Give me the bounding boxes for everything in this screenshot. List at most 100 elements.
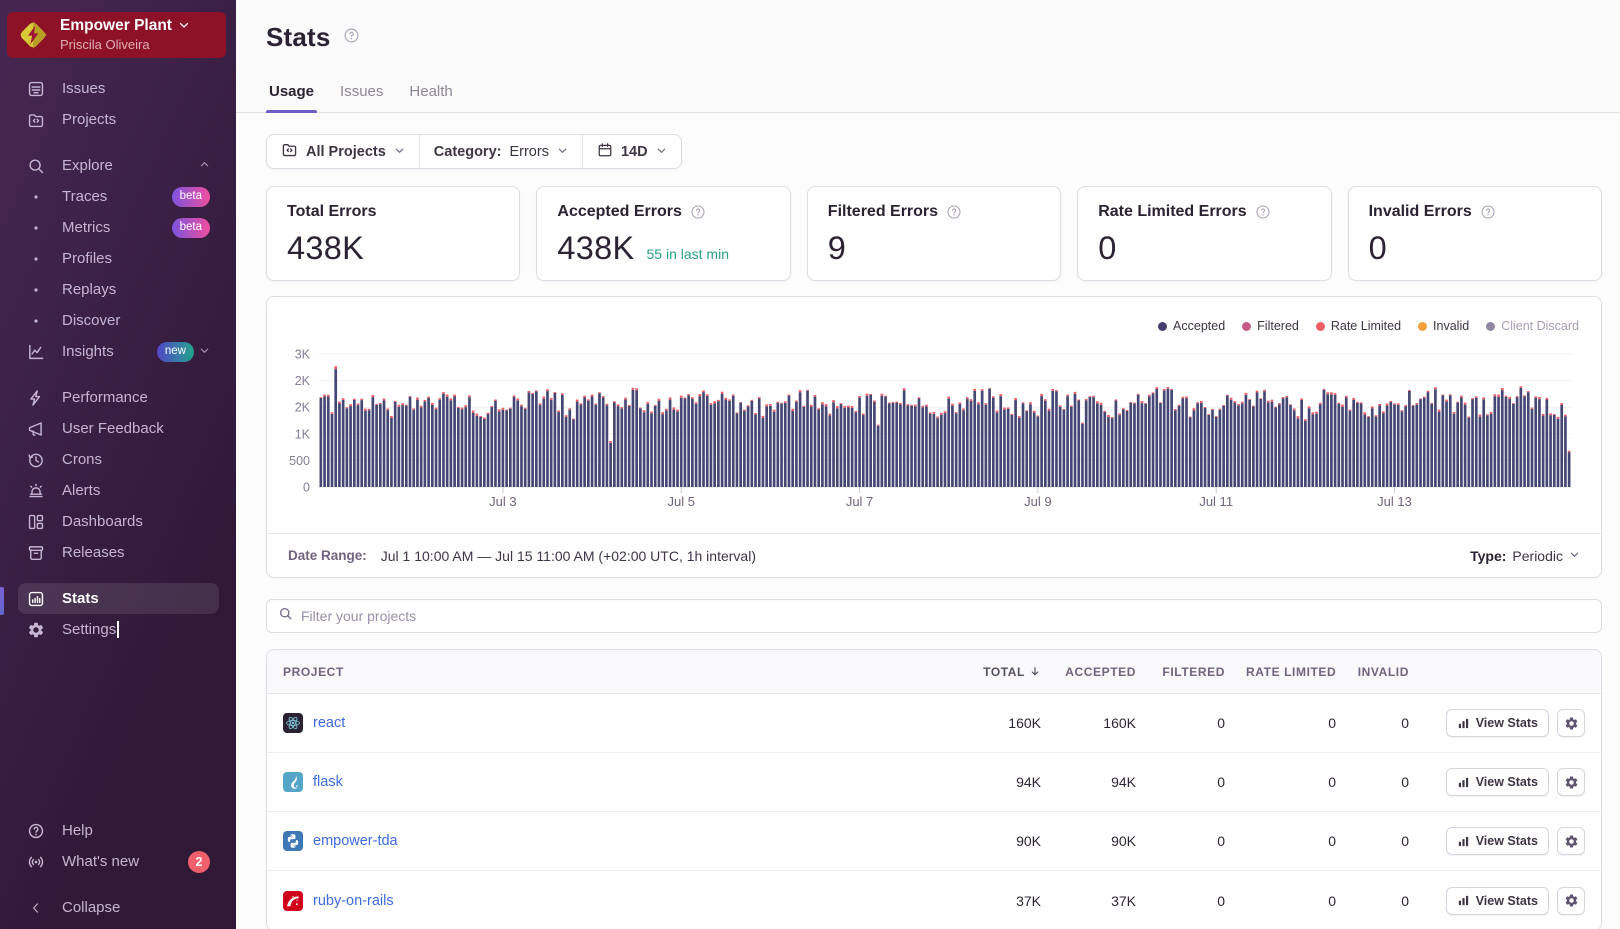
project-settings-button[interactable] (1557, 827, 1585, 855)
broadcast-icon (27, 853, 45, 871)
projects-icon (281, 141, 298, 162)
sidebar-item-stats[interactable]: Stats (18, 583, 219, 614)
tab-issues[interactable]: Issues (337, 83, 386, 112)
project-link[interactable]: react (313, 715, 345, 731)
legend-client-discard[interactable]: Client Discard (1486, 319, 1579, 333)
search-input[interactable] (301, 608, 1590, 624)
sidebar-item-insights[interactable]: Insightsnew (18, 336, 219, 367)
legend-dot-icon (1242, 322, 1251, 331)
sidebar-item-collapse[interactable]: Collapse (18, 892, 219, 923)
help-question-icon[interactable] (343, 27, 360, 49)
project-link[interactable]: empower-tda (313, 833, 398, 849)
svg-text:Jul 3: Jul 3 (489, 494, 516, 509)
nav-item-extras: beta (172, 187, 210, 207)
tab-usage[interactable]: Usage (266, 83, 317, 112)
chart-footer: Date Range: Jul 1 10:00 AM — Jul 15 11:0… (267, 533, 1601, 577)
project-link[interactable]: flask (313, 774, 343, 790)
column-header-project[interactable]: PROJECT (267, 665, 880, 679)
column-header-invalid[interactable]: INVALID (1341, 665, 1414, 679)
sidebar-item-replays[interactable]: Replays (18, 274, 219, 305)
legend-label: Client Discard (1501, 319, 1579, 333)
org-switcher[interactable]: Empower Plant Priscila Oliveira (7, 12, 226, 58)
card-value: 438K (557, 232, 634, 265)
project-cell: flask (267, 772, 880, 792)
cell-rate_limited: 0 (1230, 833, 1341, 849)
question-circle-icon[interactable] (946, 204, 962, 220)
nav-item-extras: beta (172, 218, 210, 238)
svg-text:2K: 2K (295, 401, 311, 415)
content: All Projects Category: Errors 14D Total … (236, 113, 1620, 929)
view-stats-button[interactable]: View Stats (1446, 827, 1549, 855)
sidebar-item-whats-new[interactable]: What's new2 (18, 846, 219, 877)
legend-rate-limited[interactable]: Rate Limited (1316, 319, 1401, 333)
question-circle-icon[interactable] (1255, 204, 1271, 220)
question-circle-icon[interactable] (690, 204, 706, 220)
sidebar-item-label: Discover (62, 312, 120, 329)
sidebar-item-releases[interactable]: Releases (18, 537, 219, 568)
sidebar-item-projects[interactable]: Projects (18, 104, 219, 135)
legend-accepted[interactable]: Accepted (1158, 319, 1225, 333)
type-dropdown[interactable]: Type: Periodic (1470, 547, 1580, 565)
tab-health[interactable]: Health (406, 83, 455, 112)
legend-invalid[interactable]: Invalid (1418, 319, 1469, 333)
question-circle-icon[interactable] (1480, 204, 1496, 220)
type-value: Periodic (1512, 548, 1563, 564)
view-stats-button[interactable]: View Stats (1446, 887, 1549, 915)
sidebar-item-settings[interactable]: Settings (18, 614, 219, 645)
nav-item-extras: new (157, 342, 210, 362)
sidebar-item-issues[interactable]: Issues (18, 73, 219, 104)
sidebar-item-alerts[interactable]: Alerts (18, 475, 219, 506)
sidebar-item-label: Metrics (62, 219, 110, 236)
date-range-value: Jul 1 10:00 AM — Jul 15 11:00 AM (+02:00… (381, 548, 756, 564)
card-title: Total Errors (287, 203, 377, 221)
column-header-filtered[interactable]: FILTERED (1141, 665, 1230, 679)
nav-section-gap (0, 367, 236, 382)
cell-total: 160K (880, 715, 1046, 731)
date-period-filter[interactable]: 14D (582, 135, 681, 168)
org-name: Empower Plant (60, 17, 172, 36)
project-filter[interactable]: All Projects (267, 135, 419, 168)
mini-bar-chart-icon (1457, 717, 1470, 730)
project-link[interactable]: ruby-on-rails (313, 893, 394, 909)
sidebar-item-traces[interactable]: Tracesbeta (18, 181, 219, 212)
chevron-up-icon (199, 157, 210, 174)
sidebar-item-performance[interactable]: Performance (18, 382, 219, 413)
project-cell: empower-tda (267, 831, 880, 851)
row-actions: View Stats (1414, 827, 1601, 855)
chart: Accepted Filtered Rate Limited Invalid Clien… (267, 297, 1601, 533)
svg-text:Jul 11: Jul 11 (1199, 494, 1233, 509)
category-filter[interactable]: Category: Errors (419, 135, 582, 168)
sidebar-item-explore[interactable]: Explore (18, 150, 219, 181)
sidebar-item-label: Issues (62, 80, 105, 97)
project-cell: ruby-on-rails (267, 891, 880, 911)
cell-rate_limited: 0 (1230, 774, 1341, 790)
project-settings-button[interactable] (1557, 709, 1585, 737)
column-header-rate-limited[interactable]: RATE LIMITED (1230, 665, 1341, 679)
python-platform-icon (283, 831, 303, 851)
category-filter-value: Errors (509, 144, 548, 160)
sidebar-item-profiles[interactable]: Profiles (18, 243, 219, 274)
cell-total: 37K (880, 893, 1046, 909)
settings-icon (27, 621, 45, 639)
view-stats-button[interactable]: View Stats (1446, 709, 1549, 737)
sidebar-item-user-feedback[interactable]: User Feedback (18, 413, 219, 444)
sidebar-item-metrics[interactable]: Metrics beta (18, 212, 219, 243)
column-header-total[interactable]: TOTAL (880, 665, 1046, 679)
legend-dot-icon (1158, 322, 1167, 331)
sidebar-item-help[interactable]: Help (18, 815, 219, 846)
project-settings-button[interactable] (1557, 768, 1585, 796)
org-user: Priscila Oliveira (60, 37, 190, 53)
category-filter-label: Category: (434, 144, 502, 160)
beta-badge: beta (172, 187, 210, 207)
column-header-accepted[interactable]: ACCEPTED (1046, 665, 1141, 679)
legend-filtered[interactable]: Filtered (1242, 319, 1299, 333)
sidebar-item-dashboards[interactable]: Dashboards (18, 506, 219, 537)
score-cards: Total Errors438KAccepted Errors438K55 in… (266, 186, 1602, 281)
sidebar-item-crons[interactable]: Crons (18, 444, 219, 475)
view-stats-button[interactable]: View Stats (1446, 768, 1549, 796)
sidebar-item-discover[interactable]: Discover (18, 305, 219, 336)
project-settings-button[interactable] (1557, 887, 1585, 915)
crons-icon (27, 451, 45, 469)
cell-filtered: 0 (1141, 893, 1230, 909)
beta-badge: beta (172, 218, 210, 238)
